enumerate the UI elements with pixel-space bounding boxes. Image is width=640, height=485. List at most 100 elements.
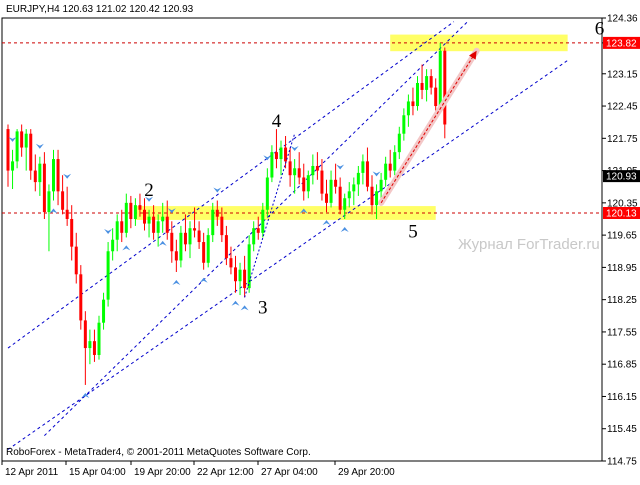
candle — [102, 292, 106, 330]
candle-body — [24, 133, 28, 148]
candle-body — [306, 175, 310, 192]
candle-body — [329, 179, 333, 203]
y-tick-label: 114.75 — [607, 457, 637, 468]
candle-body — [65, 209, 69, 219]
candle-body — [124, 202, 128, 233]
candle-body — [279, 147, 283, 160]
candle-body — [61, 191, 65, 210]
candle — [315, 152, 319, 180]
candle-body — [215, 209, 219, 217]
candle-body — [288, 161, 292, 176]
candle-body — [297, 168, 301, 178]
candle-body — [320, 170, 324, 194]
candle — [79, 265, 83, 330]
candle — [65, 186, 69, 226]
y-tick-label: 122.45 — [607, 102, 638, 113]
candle — [61, 175, 65, 215]
candle — [425, 69, 429, 102]
candle-body — [375, 191, 379, 206]
candle — [111, 228, 115, 261]
candle-body — [92, 341, 96, 355]
candle-body — [261, 209, 265, 233]
candle-body — [334, 179, 338, 187]
candle-body — [133, 205, 137, 219]
candle — [206, 228, 210, 268]
candle — [402, 108, 406, 141]
chart-root: 124.36123.82123.15122.45121.75121.05120.… — [0, 0, 640, 480]
y-tick-label: 123.15 — [607, 69, 638, 80]
price-label: 123.82 — [606, 38, 637, 49]
fractal-down-marker — [49, 208, 58, 214]
y-tick-label: 118.25 — [607, 295, 637, 306]
wave-label: 2 — [144, 180, 154, 201]
candle-body — [338, 186, 342, 210]
candle-body — [265, 177, 269, 210]
candle — [274, 129, 278, 169]
y-tick-label: 117.55 — [607, 327, 637, 338]
candle-body — [411, 101, 415, 107]
y-tick-label: 121.75 — [607, 134, 638, 145]
candle-body — [97, 322, 101, 355]
fractal-down-marker — [172, 279, 181, 285]
candle — [356, 165, 360, 196]
watermark: Журнал ForTrader.ru — [458, 236, 600, 253]
fractal-up-marker — [372, 171, 381, 177]
candle-body — [270, 152, 274, 178]
candle-body — [11, 161, 15, 171]
candle — [365, 147, 369, 192]
candle — [129, 195, 133, 229]
candle-body — [420, 82, 424, 90]
candle-body — [79, 274, 83, 321]
y-tick-label: 116.15 — [607, 392, 637, 403]
candle — [397, 126, 401, 160]
y-tick-label: 119.65 — [607, 231, 637, 242]
candle-body — [197, 230, 201, 243]
candle — [338, 177, 342, 215]
candle-body — [174, 251, 178, 261]
candle-body — [106, 251, 110, 300]
symbol-timeframe: EURJPY,H4 — [6, 4, 60, 15]
candle-body — [384, 163, 388, 180]
candle-body — [83, 320, 87, 349]
candle — [311, 154, 315, 185]
candle-body — [33, 170, 37, 183]
candle-body — [220, 216, 224, 236]
candle-body — [343, 198, 347, 210]
candle — [106, 242, 110, 307]
candle-body — [6, 129, 10, 171]
fractal-down-marker — [340, 226, 349, 232]
candle-body — [274, 152, 278, 160]
candle — [434, 78, 438, 111]
candle — [188, 221, 192, 259]
candle — [229, 246, 233, 275]
candle — [234, 255, 237, 293]
candle — [174, 239, 178, 272]
candle-body — [211, 209, 215, 236]
candle — [293, 159, 297, 194]
candle-body — [402, 115, 406, 134]
candle-body — [379, 179, 383, 192]
candle-body — [156, 221, 160, 233]
candle-body — [206, 235, 210, 263]
y-tick-label: 115.45 — [607, 424, 637, 435]
candle — [6, 124, 10, 187]
candle-body — [416, 82, 419, 107]
candle — [411, 87, 415, 116]
footer-copyright: RoboForex - MetaTrader4, © 2001-2011 Met… — [6, 447, 311, 458]
candle-body — [234, 267, 237, 282]
candle-body — [15, 131, 19, 162]
fractal-up-marker — [35, 143, 44, 149]
candle — [15, 129, 19, 169]
candle-body — [397, 133, 401, 153]
fractal-up-marker — [104, 229, 113, 235]
wave-label: 6 — [595, 19, 605, 40]
candle — [29, 129, 33, 180]
fractal-up-marker — [290, 146, 299, 152]
candle — [52, 149, 55, 201]
candle — [238, 262, 242, 296]
candle — [11, 149, 15, 190]
candle-body — [256, 228, 260, 233]
candle — [88, 329, 92, 365]
candle — [361, 154, 365, 185]
candle — [179, 225, 183, 268]
